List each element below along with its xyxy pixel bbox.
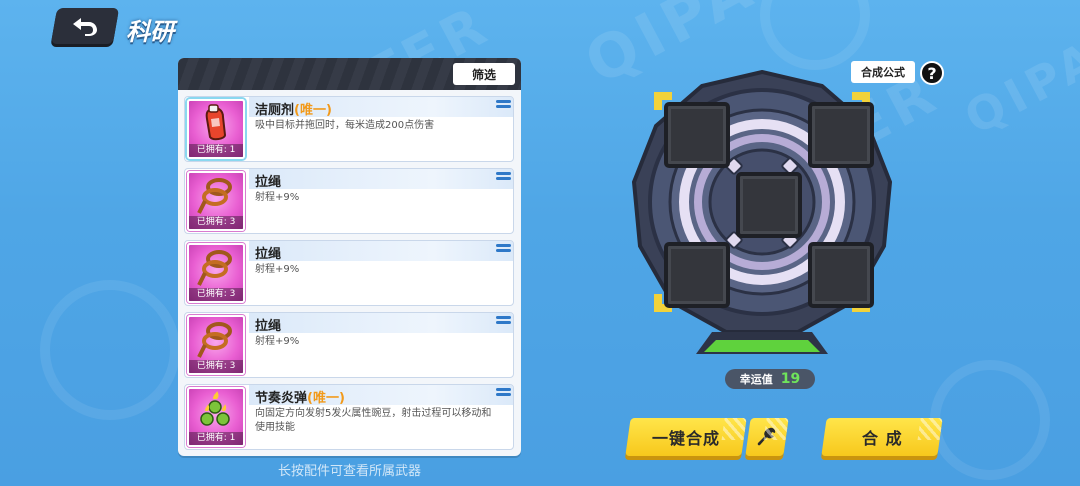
synthesis-slot[interactable] <box>808 242 874 308</box>
rope-icon: 已拥有: 3 <box>187 315 245 375</box>
stack-icon <box>496 388 511 398</box>
item-name: 洁厕剂(唯一) <box>255 103 332 118</box>
owned-count: 已拥有: 1 <box>189 144 243 157</box>
stack-icon <box>496 244 511 254</box>
list-item[interactable]: 已拥有: 3 拉绳 射程+9% <box>184 312 514 378</box>
page-title: 科研 <box>126 18 174 46</box>
synthesis-slot[interactable] <box>808 102 874 168</box>
synthesis-machine <box>631 69 893 374</box>
auto-synthesize-button[interactable]: 一键合成 <box>625 418 747 456</box>
synthesize-button[interactable]: 合 成 <box>821 418 943 456</box>
background-decoration: QIPA FIGHTER QIPA FIGHTER <box>0 0 1080 486</box>
rope-icon: 已拥有: 3 <box>187 171 245 231</box>
stack-icon <box>496 316 511 326</box>
stack-icon <box>496 172 511 182</box>
parts-list-panel: 筛选 已拥有: 1 洁厕剂(唯一) 吸中目标并拖回时，每米造成200点伤害 已拥… <box>178 58 521 456</box>
tool-button[interactable] <box>745 418 789 456</box>
owned-count: 已拥有: 3 <box>189 288 243 301</box>
item-name: 拉绳 <box>255 175 282 190</box>
synthesis-slot-center[interactable] <box>736 172 802 238</box>
item-description: 射程+9% <box>255 192 300 203</box>
item-name: 拉绳 <box>255 247 282 262</box>
item-description: 向固定方向发射5发火属性豌豆，射击过程可以移动和使用技能 <box>255 408 492 433</box>
fire-peas-icon: 已拥有: 1 <box>187 387 245 447</box>
rope-icon: 已拥有: 3 <box>187 243 245 303</box>
luck-display: 幸运值 19 <box>725 369 815 389</box>
luck-label: 幸运值 <box>739 373 773 386</box>
list-item[interactable]: 已拥有: 1 节奏炎弹(唯一) 向固定方向发射5发火属性豌豆，射击过程可以移动和… <box>184 384 514 450</box>
item-name: 拉绳 <box>255 319 282 334</box>
list-item[interactable]: 已拥有: 3 拉绳 射程+9% <box>184 168 514 234</box>
luck-value: 19 <box>780 371 801 387</box>
back-button[interactable] <box>50 8 120 44</box>
panel-header: 筛选 <box>178 58 521 90</box>
list-item[interactable]: 已拥有: 3 拉绳 射程+9% <box>184 240 514 306</box>
hint-text: 长按配件可查看所属武器 <box>277 464 421 479</box>
back-arrow-icon <box>73 18 97 36</box>
item-description: 吸中目标并拖回时，每米造成200点伤害 <box>255 120 435 131</box>
stack-icon <box>496 100 511 110</box>
owned-count: 已拥有: 3 <box>189 360 243 373</box>
list-item[interactable]: 已拥有: 1 洁厕剂(唯一) 吸中目标并拖回时，每米造成200点伤害 <box>184 96 514 162</box>
owned-count: 已拥有: 3 <box>189 216 243 229</box>
filter-button[interactable]: 筛选 <box>453 63 515 85</box>
help-icon[interactable]: ? <box>920 61 944 85</box>
owned-count: 已拥有: 1 <box>189 432 243 445</box>
wrench-icon <box>757 427 776 446</box>
synthesis-slot[interactable] <box>664 102 730 168</box>
item-name: 节奏炎弹(唯一) <box>255 391 345 406</box>
item-description: 射程+9% <box>255 264 300 275</box>
item-description: 射程+9% <box>255 336 300 347</box>
cleaner-bottle-icon: 已拥有: 1 <box>187 99 245 159</box>
synthesis-slot[interactable] <box>664 242 730 308</box>
